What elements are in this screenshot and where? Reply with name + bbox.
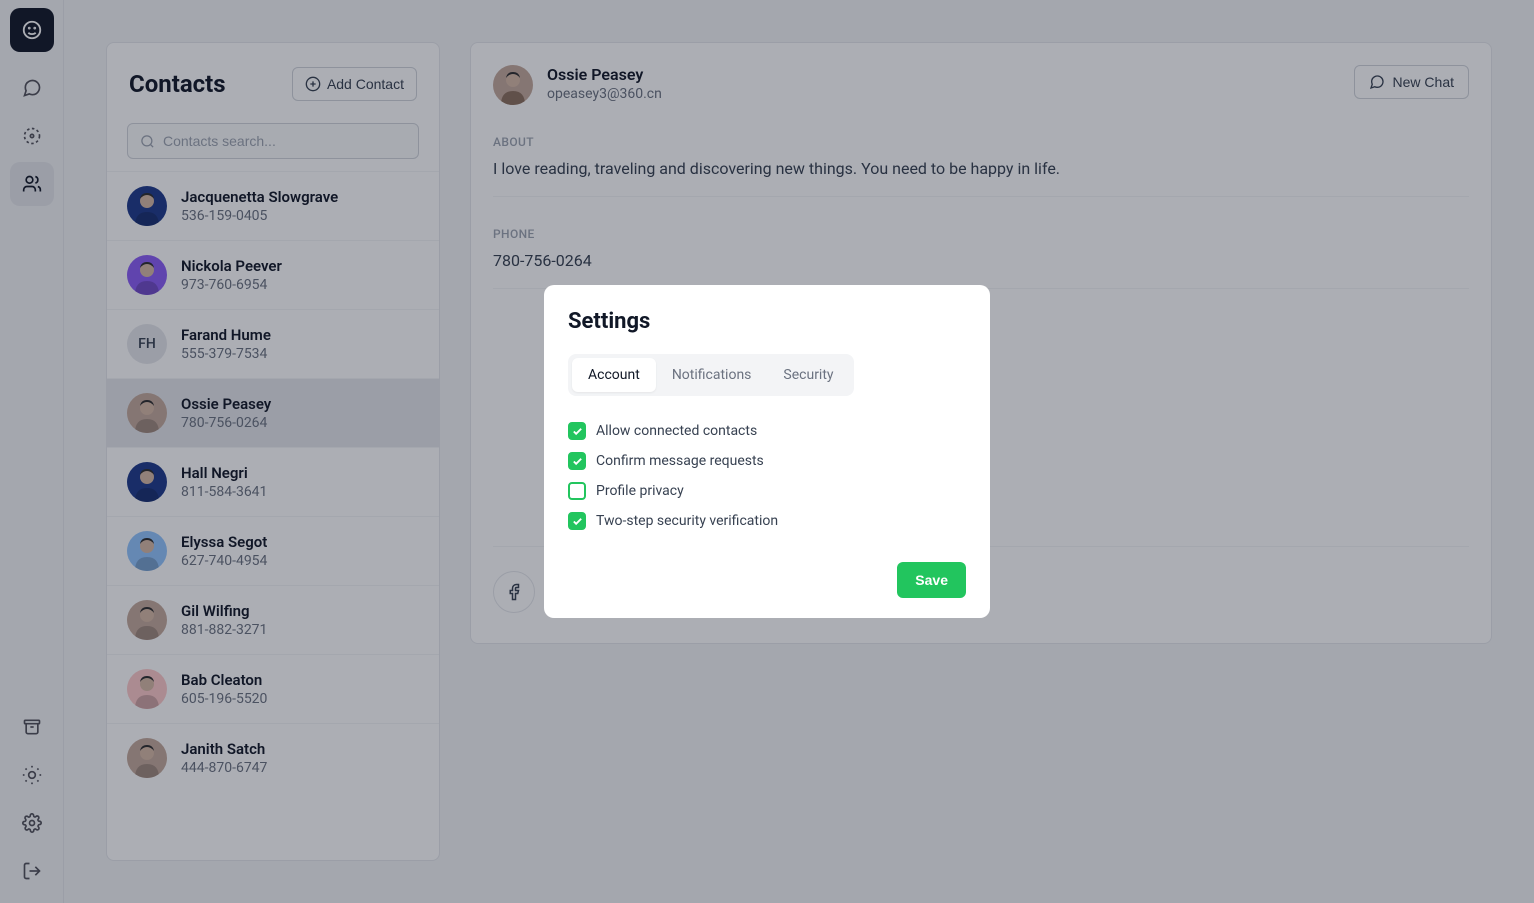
checkbox[interactable] [568, 422, 586, 440]
save-button[interactable]: Save [897, 562, 966, 598]
modal-overlay[interactable]: Settings AccountNotificationsSecurity Al… [0, 0, 1534, 903]
checkbox[interactable] [568, 512, 586, 530]
option-row: Allow connected contacts [568, 416, 966, 446]
option-label: Two-step security verification [596, 513, 778, 529]
options: Allow connected contacts Confirm message … [568, 416, 966, 536]
option-row: Profile privacy [568, 476, 966, 506]
tabs: AccountNotificationsSecurity [568, 354, 854, 396]
option-row: Confirm message requests [568, 446, 966, 476]
checkbox[interactable] [568, 452, 586, 470]
option-label: Allow connected contacts [596, 423, 757, 439]
settings-modal: Settings AccountNotificationsSecurity Al… [544, 285, 990, 618]
option-row: Two-step security verification [568, 506, 966, 536]
tab-account[interactable]: Account [572, 358, 656, 392]
tab-notifications[interactable]: Notifications [656, 358, 768, 392]
checkbox[interactable] [568, 482, 586, 500]
tab-security[interactable]: Security [767, 358, 849, 392]
option-label: Confirm message requests [596, 453, 764, 469]
modal-title: Settings [568, 309, 966, 334]
option-label: Profile privacy [596, 483, 684, 499]
